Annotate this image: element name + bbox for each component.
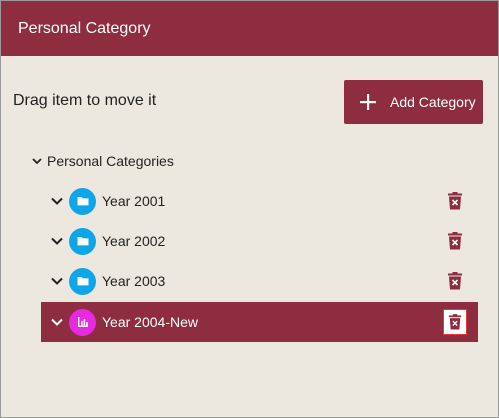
bar-chart-icon xyxy=(69,308,96,336)
folder-icon xyxy=(69,187,96,215)
chevron-down-icon[interactable] xyxy=(50,315,64,329)
personal-category-window: Personal Category Drag item to move it A… xyxy=(0,0,499,418)
chevron-down-icon[interactable] xyxy=(50,194,64,208)
tree-root-personal-categories[interactable]: Personal Categories xyxy=(31,151,174,171)
tree-item-label: Year 2003 xyxy=(102,273,166,289)
folder-icon xyxy=(69,267,96,295)
chevron-down-icon[interactable] xyxy=(50,274,64,288)
delete-icon[interactable] xyxy=(445,271,465,291)
drag-hint-text: Drag item to move it xyxy=(13,92,157,109)
add-category-label: Add Category xyxy=(390,94,476,110)
tree-item-label: Year 2001 xyxy=(102,193,166,209)
tree-item-label: Year 2004-New xyxy=(102,314,198,330)
tree-item-year-2002[interactable]: Year 2002 xyxy=(41,221,478,261)
delete-icon[interactable] xyxy=(445,191,465,211)
add-category-button[interactable]: Add Category xyxy=(344,80,483,124)
chevron-down-icon[interactable] xyxy=(50,234,64,248)
tree-item-year-2004-new[interactable]: Year 2004-New xyxy=(41,302,478,342)
delete-icon[interactable] xyxy=(445,231,465,251)
tree-root-label: Personal Categories xyxy=(47,153,174,169)
delete-icon[interactable] xyxy=(443,309,467,335)
plus-icon xyxy=(360,94,376,110)
folder-icon xyxy=(69,227,96,255)
tree-item-year-2001[interactable]: Year 2001 xyxy=(41,181,478,221)
tree-item-year-2003[interactable]: Year 2003 xyxy=(41,261,478,301)
tree-item-label: Year 2002 xyxy=(102,233,166,249)
window-title: Personal Category xyxy=(1,1,498,56)
chevron-down-icon[interactable] xyxy=(31,155,43,167)
